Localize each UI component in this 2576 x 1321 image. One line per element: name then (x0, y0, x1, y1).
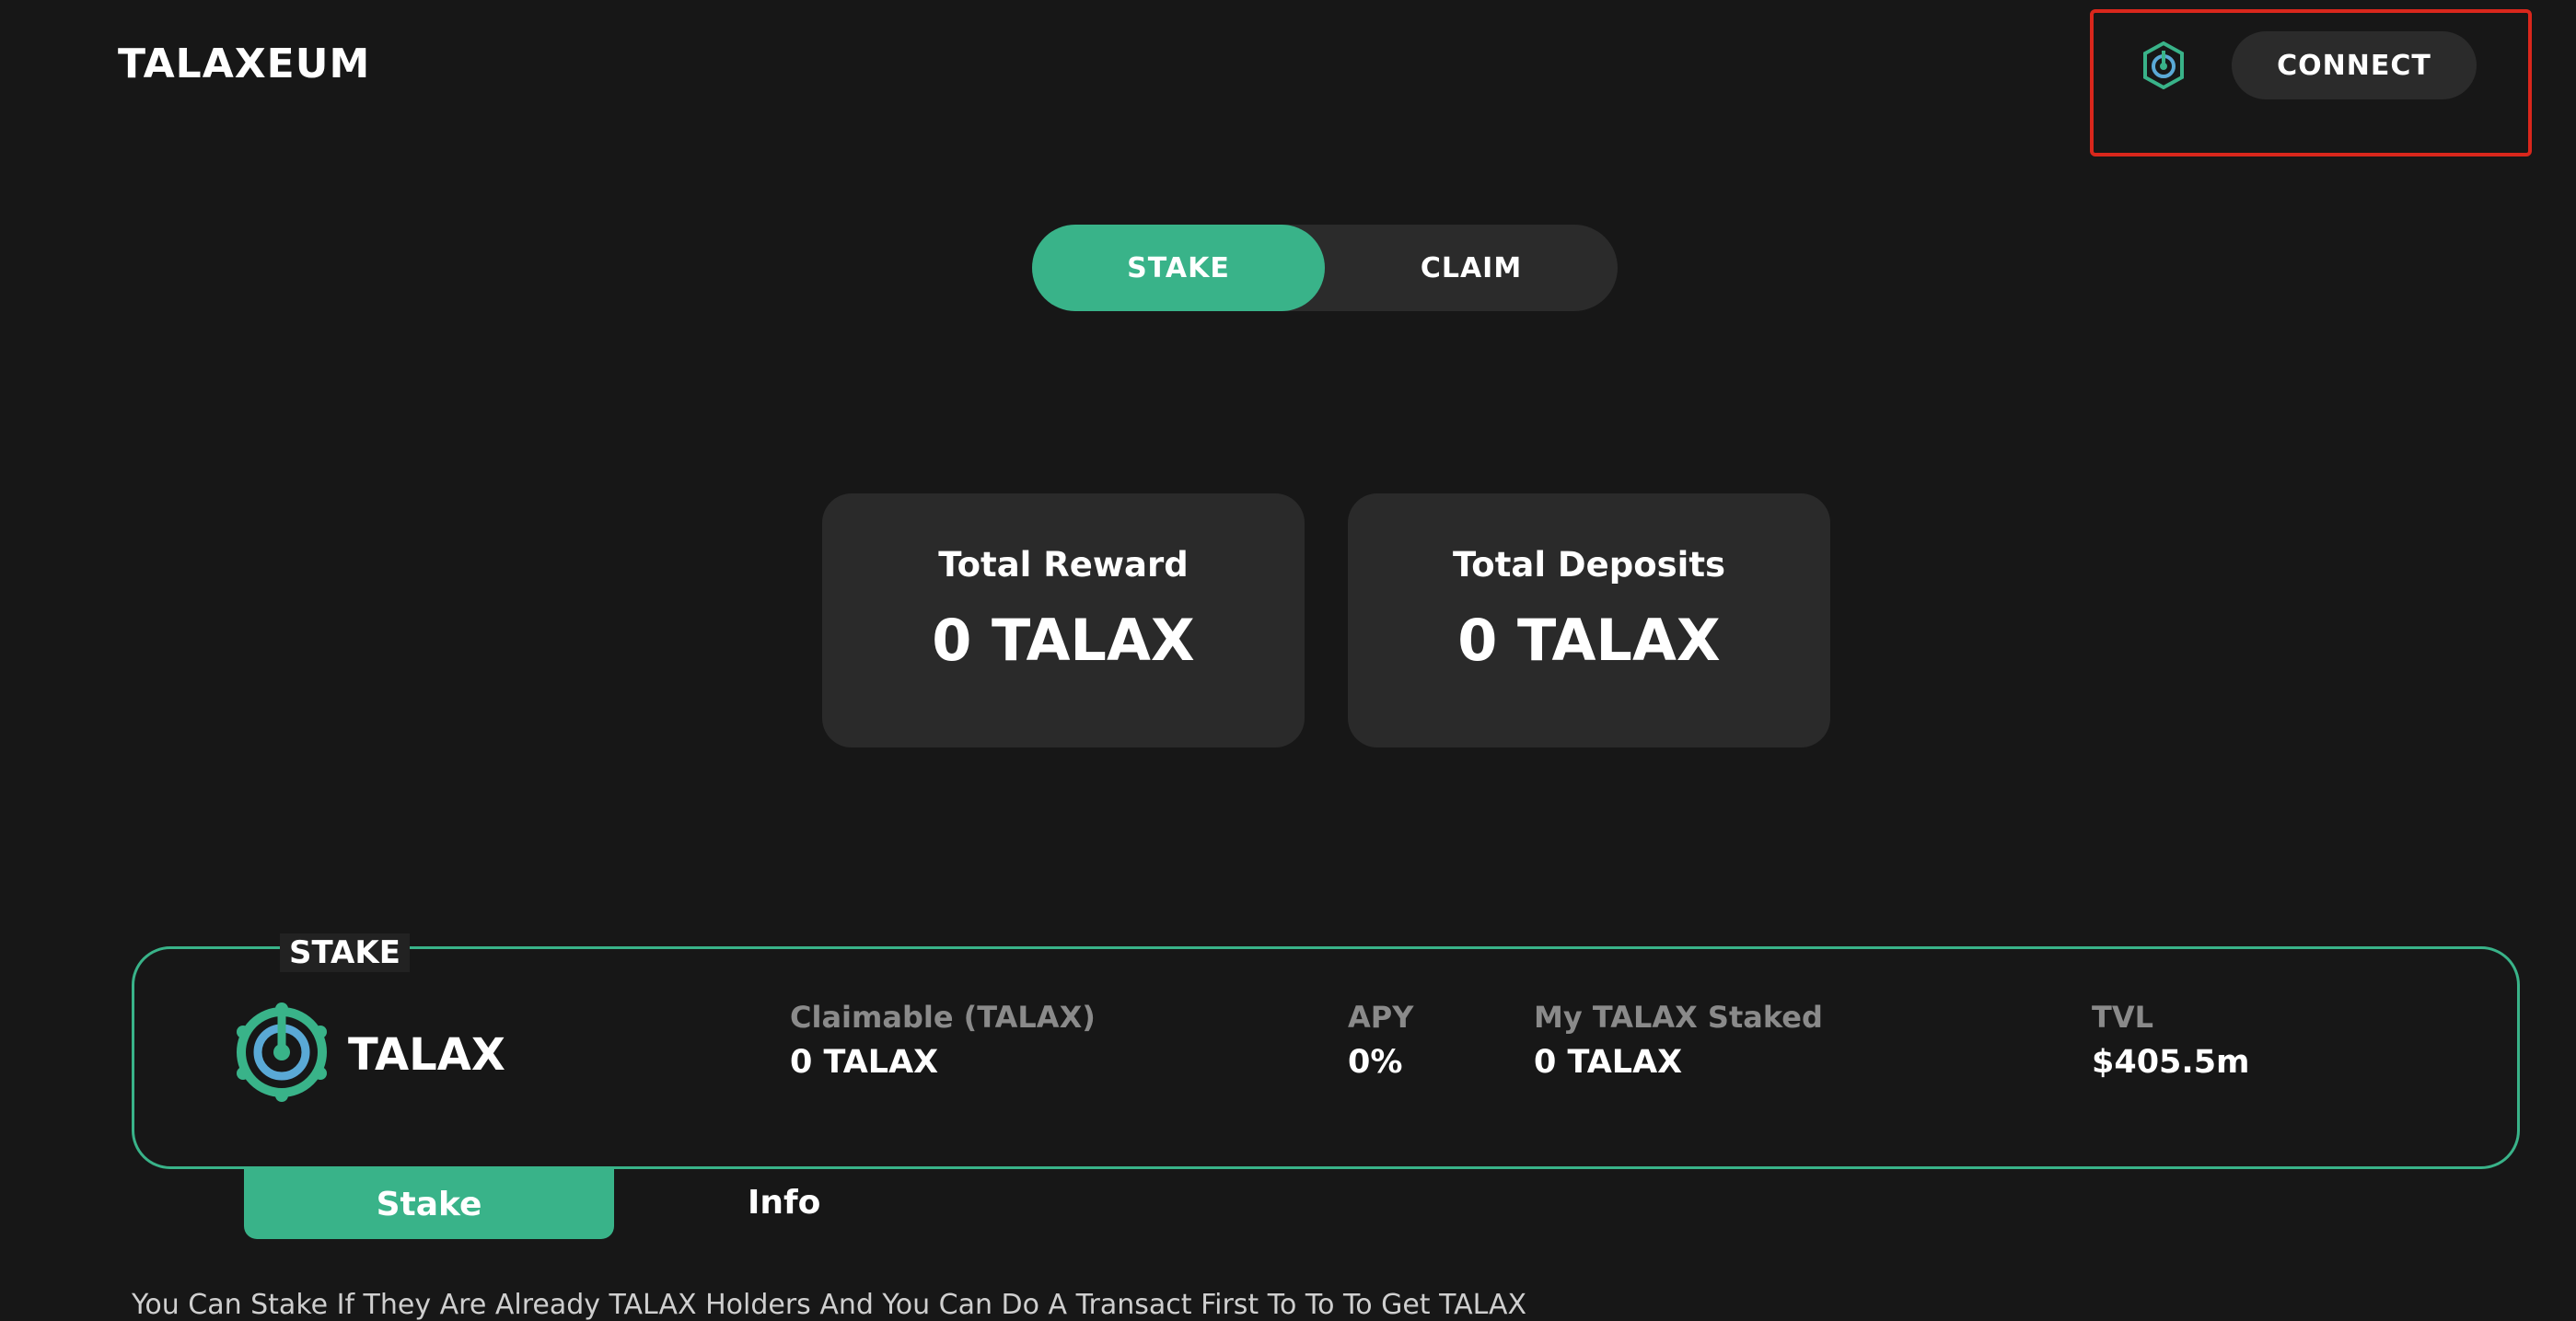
claimable-label: Claimable (TALAX) (790, 1000, 1096, 1035)
pool-section-tag: STAKE (280, 933, 410, 972)
total-deposits-card: Total Deposits 0 TALAX (1348, 493, 1830, 747)
mode-toggle: STAKE CLAIM (1032, 225, 1618, 311)
apy-label: APY (1348, 1000, 1414, 1035)
token-name: TALAX (348, 1029, 505, 1081)
claimable-value: 0 TALAX (790, 1044, 939, 1081)
sub-tab-info[interactable]: Info (748, 1184, 820, 1222)
total-reward-card: Total Reward 0 TALAX (822, 493, 1305, 747)
total-deposits-label: Total Deposits (1452, 545, 1726, 585)
talax-token-icon (232, 1002, 331, 1103)
tab-stake[interactable]: STAKE (1032, 225, 1325, 311)
talax-logo-icon[interactable] (2141, 41, 2187, 90)
total-reward-label: Total Reward (938, 545, 1189, 585)
my-staked-value: 0 TALAX (1534, 1044, 1683, 1081)
tvl-label: TVL (2092, 1000, 2153, 1035)
tvl-value: $405.5m (2092, 1044, 2250, 1081)
stake-instructions-text: You Can Stake If They Are Already TALAX … (132, 1289, 1527, 1321)
apy-value: 0% (1348, 1044, 1403, 1081)
sub-tab-stake[interactable]: Stake (244, 1169, 614, 1239)
my-staked-label: My TALAX Staked (1534, 1000, 1823, 1035)
connect-button[interactable]: CONNECT (2232, 31, 2477, 99)
brand-logo-text[interactable]: TALAXEUM (118, 41, 370, 87)
total-deposits-value: 0 TALAX (1457, 607, 1721, 674)
total-reward-value: 0 TALAX (932, 607, 1195, 674)
tab-claim[interactable]: CLAIM (1325, 225, 1618, 311)
